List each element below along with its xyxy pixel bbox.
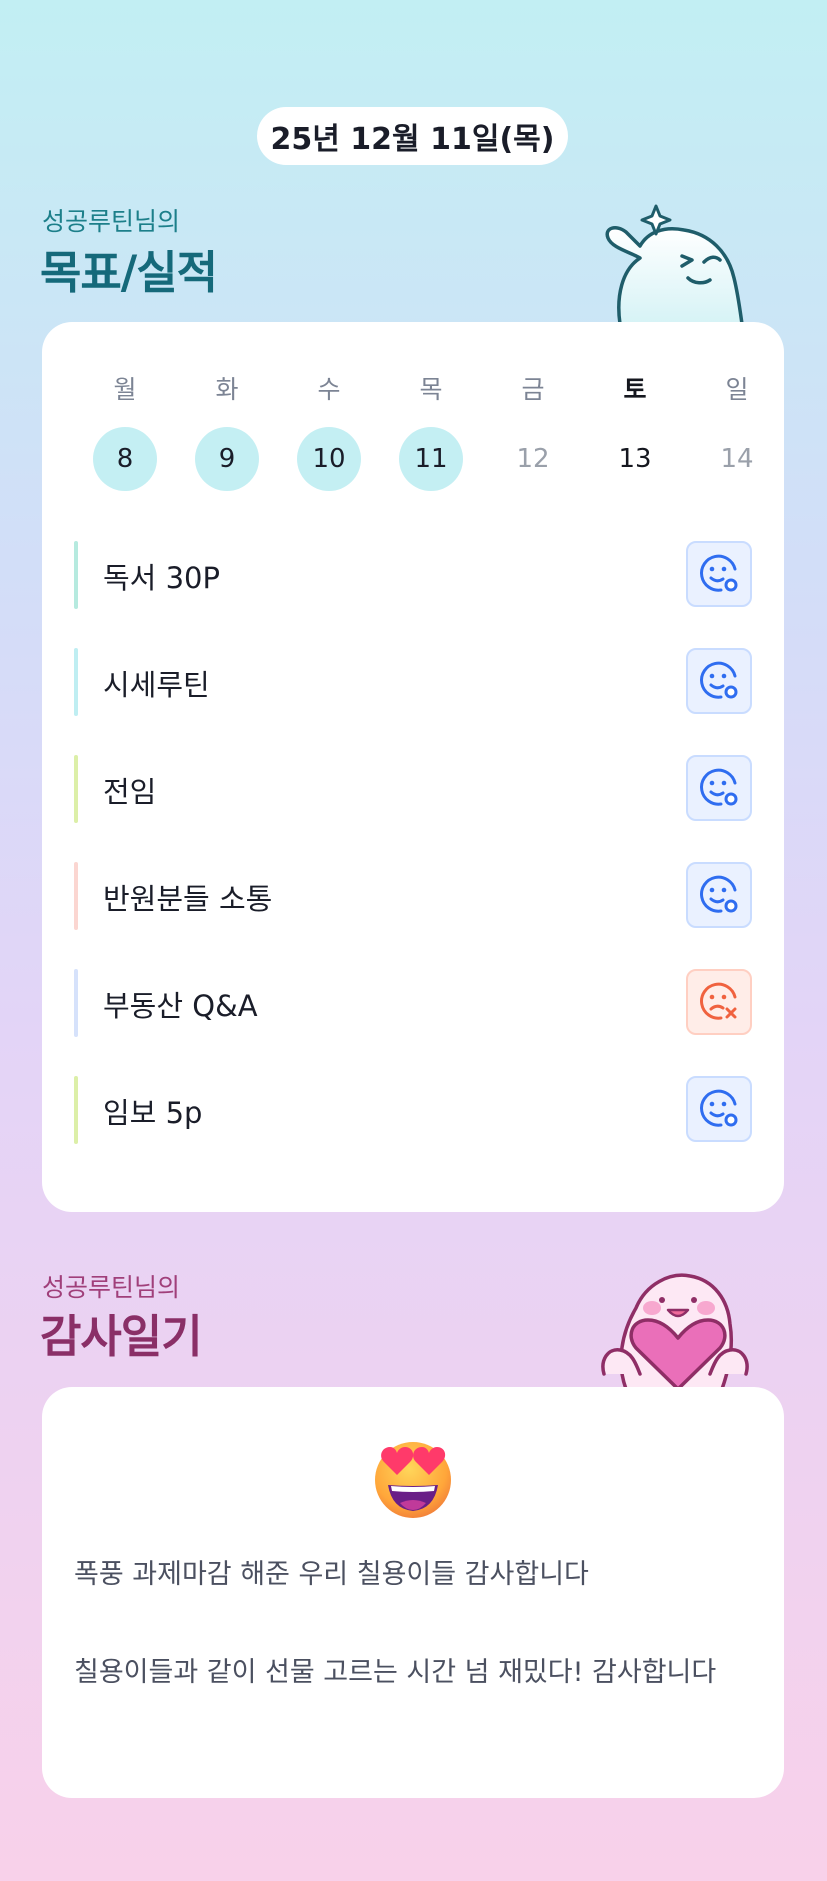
weekday-label-today: 토 [623, 375, 647, 404]
goal-status-button[interactable] [686, 862, 752, 928]
weekday-label: 목 [419, 375, 443, 404]
sad-x-icon [700, 982, 737, 1020]
goal-status-button[interactable] [686, 541, 752, 607]
gratitude-title: 감사일기 [40, 1310, 203, 1363]
date-cell-done[interactable]: 8 [93, 427, 157, 491]
goal-accent-bar [74, 648, 78, 716]
smile-check-icon [700, 1089, 738, 1127]
date-row: 8 9 10 11 12 13 14 [74, 427, 788, 491]
goal-label: 반원분들 소통 [103, 882, 273, 916]
date-cell-future[interactable]: 14 [705, 427, 769, 491]
goal-status-button[interactable] [686, 1076, 752, 1142]
goal-item[interactable]: 임보 5p [74, 1076, 752, 1144]
goal-item[interactable]: 시세루틴 [74, 648, 752, 716]
weekday-label: 금 [521, 375, 545, 404]
date-label: 25년 12월 11일(목) [270, 122, 555, 157]
date-cell-done[interactable]: 9 [195, 427, 259, 491]
goal-item[interactable]: 부동산 Q&A [74, 969, 752, 1037]
goal-status-button[interactable] [686, 969, 752, 1035]
goal-label: 시세루틴 [103, 668, 210, 702]
goal-item[interactable]: 반원분들 소통 [74, 862, 752, 930]
date-cell-today[interactable]: 13 [603, 427, 667, 491]
goal-status-button[interactable] [686, 648, 752, 714]
smile-check-icon [700, 661, 738, 699]
goal-accent-bar [74, 862, 78, 930]
goals-card: 월 화 수 목 금 토 일 8 9 10 11 12 13 14 독서 30P … [42, 322, 784, 1212]
goal-label: 독서 30P [103, 561, 220, 595]
gratitude-owner-label: 성공루틴님의 [42, 1273, 181, 1302]
gratitude-entry: 칠용이들과 같이 선물 고르는 시간 넘 재밌다! 감사합니다 [74, 1657, 717, 1688]
goal-item[interactable]: 전임 [74, 755, 752, 823]
goal-item[interactable]: 독서 30P [74, 541, 752, 609]
weekday-label: 일 [725, 375, 749, 404]
weekday-label: 월 [113, 375, 137, 404]
goal-label: 부동산 Q&A [103, 989, 258, 1023]
goal-label: 전임 [103, 775, 157, 809]
smile-check-icon [700, 875, 738, 913]
date-pill: 25년 12월 11일(목) [257, 107, 568, 165]
goal-accent-bar [74, 1076, 78, 1144]
goal-status-button[interactable] [686, 755, 752, 821]
date-cell-future[interactable]: 12 [501, 427, 565, 491]
weekday-label: 수 [317, 375, 341, 404]
smile-check-icon [700, 554, 738, 592]
goal-accent-bar [74, 755, 78, 823]
goals-owner-label: 성공루틴님의 [42, 207, 181, 236]
goals-title: 목표/실적 [40, 246, 218, 299]
smile-check-icon [700, 768, 738, 806]
gratitude-card: 폭풍 과제마감 해준 우리 칠용이들 감사합니다 칠용이들과 같이 선물 고르는… [42, 1387, 784, 1798]
ghost-mascot-icon [605, 204, 744, 324]
weekday-row: 월 화 수 목 금 토 일 [74, 370, 788, 406]
goal-label: 임보 5p [103, 1096, 203, 1130]
gratitude-entry: 폭풍 과제마감 해준 우리 칠용이들 감사합니다 [74, 1559, 589, 1590]
goal-accent-bar [74, 541, 78, 609]
date-cell-done[interactable]: 10 [297, 427, 361, 491]
goal-accent-bar [74, 969, 78, 1037]
heart-eyes-emoji-icon [375, 1442, 451, 1518]
ghost-heart-mascot-icon [601, 1273, 749, 1389]
date-cell-done[interactable]: 11 [399, 427, 463, 491]
weekday-label: 화 [215, 375, 239, 404]
